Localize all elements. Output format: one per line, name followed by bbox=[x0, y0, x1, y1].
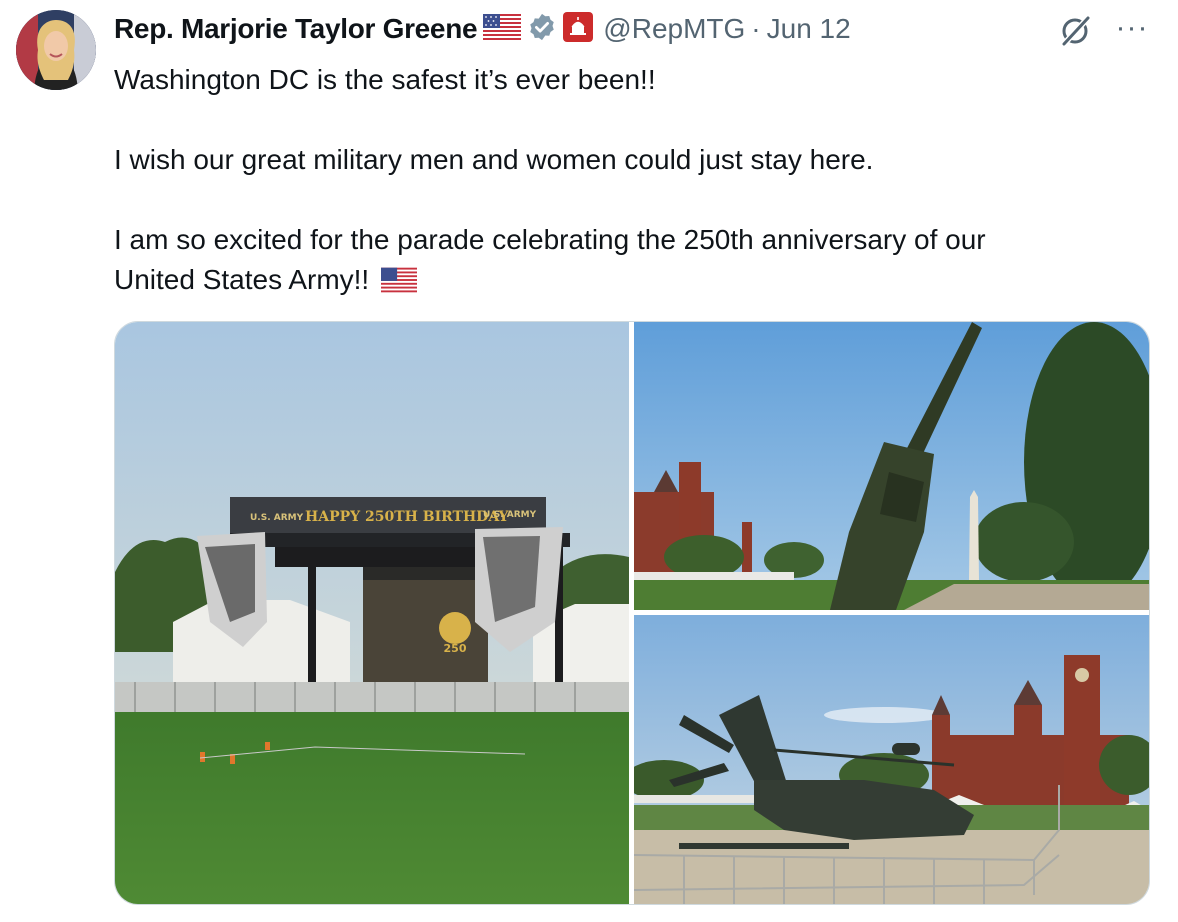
capitol-badge-icon bbox=[563, 11, 594, 47]
media-grid: 250 U.S. ARMY HAPPY 250TH BIRTHDAY U.S. … bbox=[114, 321, 1150, 905]
us-flag-icon bbox=[483, 13, 522, 45]
author-name[interactable]: Rep. Marjorie Taylor Greene bbox=[114, 13, 478, 45]
stage-screen-number: 250 bbox=[444, 642, 467, 655]
us-flag-emoji-icon bbox=[381, 264, 417, 304]
banner-left-text: U.S. ARMY bbox=[250, 513, 304, 523]
photo-helicopter[interactable] bbox=[634, 615, 1149, 904]
more-options-button[interactable]: ··· bbox=[1112, 8, 1152, 48]
tweet-line-3: I am so excited for the parade celebrati… bbox=[114, 224, 986, 255]
tweet-text: Washington DC is the safest it’s ever be… bbox=[114, 60, 1124, 304]
tweet-line-4: United States Army!! bbox=[114, 260, 1124, 304]
photo-stage[interactable]: 250 U.S. ARMY HAPPY 250TH BIRTHDAY U.S. … bbox=[115, 322, 629, 904]
author-handle[interactable]: @RepMTG bbox=[603, 13, 745, 45]
verified-badge-icon[interactable] bbox=[527, 12, 557, 47]
photo-howitzer[interactable] bbox=[634, 322, 1149, 610]
banner-right-text: U.S. ARMY bbox=[483, 510, 537, 520]
tweet-line-2: I wish our great military men and women … bbox=[114, 144, 874, 175]
stage-banner-text: HAPPY 250TH BIRTHDAY bbox=[305, 509, 509, 525]
tweet-header: Rep. Marjorie Taylor Greene @RepMTG · Ju… bbox=[114, 11, 851, 47]
separator-dot: · bbox=[751, 13, 761, 44]
author-avatar[interactable] bbox=[16, 10, 96, 90]
tweet-date[interactable]: Jun 12 bbox=[767, 13, 851, 45]
grok-icon[interactable] bbox=[1058, 14, 1092, 48]
tweet-line-1: Washington DC is the safest it’s ever be… bbox=[114, 64, 656, 95]
